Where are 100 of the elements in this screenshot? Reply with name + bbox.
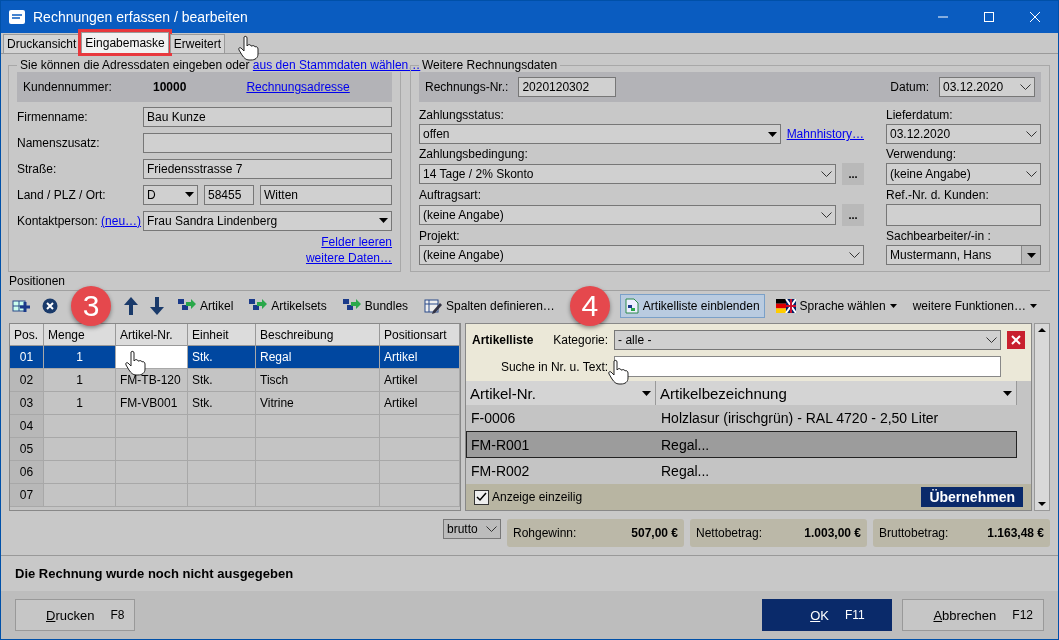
column-header[interactable]: Artikel-Nr. [466,381,656,405]
table-cell[interactable] [256,484,380,507]
new-contact-link[interactable]: (neu…) [101,213,142,228]
table-cell[interactable] [256,415,380,438]
total-value: 1.163,48 € [987,526,1044,540]
column-header[interactable]: Pos. [10,324,44,346]
toolbar-button[interactable]: weitere Funktionen… [907,294,1043,318]
country-dropdown[interactable]: D [143,184,198,205]
dropdown-field[interactable]: 03.12.2020 [886,124,1041,144]
close-button[interactable] [1007,331,1025,349]
table-cell[interactable]: Stk. [188,392,256,415]
table-cell[interactable]: Artikel [380,392,460,415]
column-header[interactable]: Menge [44,324,116,346]
dropdown-field[interactable]: (keine Angabe) [886,163,1041,185]
table-cell[interactable]: Artikel [380,346,460,369]
dropdown-field[interactable]: (keine Angabe) [419,245,864,265]
invoice-number-field[interactable]: 2020120302 [518,77,617,97]
table-cell[interactable]: Regal [256,346,380,369]
table-cell[interactable] [116,415,188,438]
table-cell[interactable] [116,461,188,484]
table-cell[interactable] [256,461,380,484]
table-cell[interactable]: Stk. [188,346,256,369]
tab[interactable]: Erweitert [169,34,226,53]
input-field[interactable] [143,132,392,153]
input-field[interactable] [886,204,1041,226]
table-cell[interactable]: 1 [44,346,116,369]
contact-dropdown[interactable]: Frau Sandra Lindenberg [143,210,392,231]
table-cell[interactable]: FM-VB001 [116,392,188,415]
article-row[interactable]: FM-R002 Regal... [466,457,1017,485]
tab[interactable]: Druckansicht [3,34,81,53]
table-cell[interactable]: 02 [10,369,44,392]
date-picker[interactable]: 03.12.2020 [939,77,1035,97]
history-link[interactable]: Mahnhistory… [786,127,864,141]
table-cell[interactable]: 04 [10,415,44,438]
master-data-link[interactable]: aus den Stammdaten wählen… [252,58,421,72]
table-cell[interactable] [256,438,380,461]
table-cell[interactable] [188,461,256,484]
dropdown-field[interactable]: 14 Tage / 2% Skonto [419,164,836,184]
maximize-icon[interactable] [984,12,994,22]
input-field[interactable]: Bau Kunze [143,106,392,127]
table-cell[interactable]: 06 [10,461,44,484]
dialog-button[interactable]: OK F11 [762,599,893,631]
checkbox[interactable] [474,489,489,505]
table-cell[interactable]: 01 [10,346,44,369]
dropdown-field[interactable]: (keine Angabe) [419,205,836,225]
action-link[interactable]: Felder leeren [321,235,392,249]
article-row[interactable]: F-0006 Holzlasur (irischgrün) - RAL 4720 - 2,50 Liter [466,405,1017,432]
table-cell[interactable]: 05 [10,438,44,461]
price-mode-dropdown[interactable]: brutto [443,519,501,539]
more-button[interactable]: ... [842,204,864,226]
table-cell[interactable] [116,484,188,507]
table-cell[interactable] [188,438,256,461]
input-field[interactable]: Friedensstrasse 7 [143,158,392,179]
column-header[interactable]: Positionsart [380,324,460,346]
table-cell[interactable] [380,484,460,507]
column-header[interactable]: Einheit [188,324,256,346]
column-header[interactable]: Artikel-Nr. [116,324,188,346]
zip-field[interactable]: 58455 [204,184,254,205]
column-header[interactable]: Beschreibung [256,324,380,346]
table-cell[interactable] [44,484,116,507]
toolbar-button[interactable]: Artikel [173,294,239,318]
column-header[interactable]: Artikelbezeichnung [656,381,1017,405]
toolbar-button[interactable]: Bundles [337,294,414,318]
table-cell[interactable] [380,415,460,438]
table-cell[interactable]: 07 [10,484,44,507]
table-cell[interactable]: Vitrine [256,392,380,415]
table-cell[interactable]: 1 [44,392,116,415]
table-cell[interactable] [44,461,116,484]
table-cell[interactable] [188,415,256,438]
article-row[interactable]: FM-R001 Regal... [466,431,1017,458]
close-icon[interactable] [1030,12,1040,22]
table-cell[interactable] [44,438,116,461]
dropdown-field[interactable]: offen [419,124,781,144]
table-cell[interactable]: Stk. [188,369,256,392]
more-button[interactable]: ... [842,163,864,185]
table-cell[interactable]: Tisch [256,369,380,392]
scrollbar[interactable] [1034,323,1050,511]
city-field[interactable]: Witten [260,184,392,205]
table-cell[interactable]: 1 [44,369,116,392]
field-label: Zahlungsstatus: [419,108,505,122]
table-cell[interactable] [380,438,460,461]
dropdown-field[interactable]: Mustermann, Hans [886,245,1041,265]
dialog-button[interactable]: Drucken F8 [15,599,136,631]
toolbar-button[interactable]: Artikelsets [244,294,332,318]
table-cell[interactable] [188,484,256,507]
table-cell[interactable]: 03 [10,392,44,415]
table-cell[interactable] [380,461,460,484]
apply-button[interactable]: Übernehmen [921,487,1023,508]
dialog-button[interactable]: Abbrechen F12 [902,599,1044,631]
tab[interactable]: Eingabemaske [81,32,169,53]
table-cell[interactable]: FM-TB-120 [116,369,188,392]
toolbar-button[interactable]: Artikelliste einblenden [619,294,765,318]
billing-address-link[interactable]: Rechnungsadresse [246,80,350,94]
table-cell[interactable]: Artikel [380,369,460,392]
category-dropdown[interactable]: - alle - [614,330,1001,350]
table-cell[interactable] [116,438,188,461]
toolbar-button[interactable]: Sprache wählen [770,294,902,318]
table-cell[interactable] [44,415,116,438]
action-link[interactable]: weitere Daten… [305,251,392,265]
toolbar-button[interactable]: Spalten definieren… [419,294,560,318]
